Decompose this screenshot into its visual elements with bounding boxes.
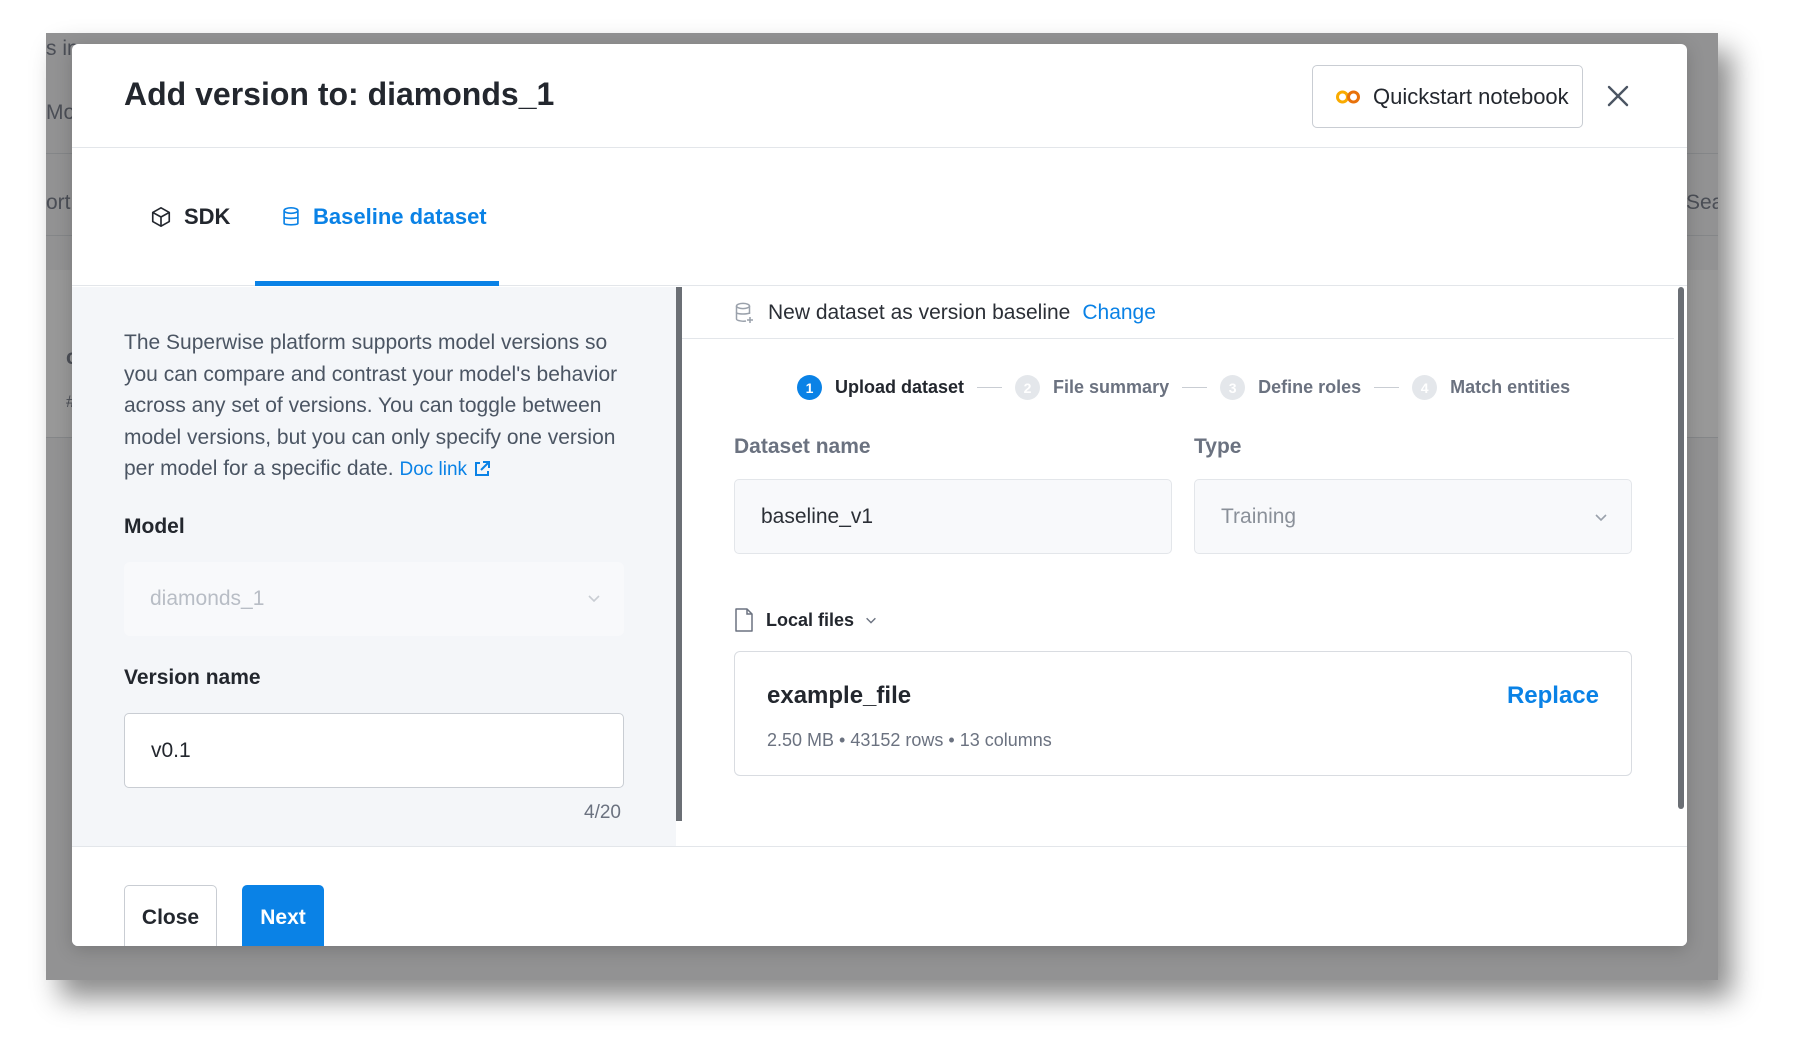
type-select-value: Training <box>1221 504 1297 528</box>
quickstart-notebook-button[interactable]: Quickstart notebook <box>1312 65 1583 128</box>
dataset-source-text: New dataset as version baseline <box>768 300 1071 324</box>
file-source-dropdown[interactable]: Local files <box>734 607 878 633</box>
step-number: 3 <box>1220 375 1246 400</box>
modal-footer: Close Next <box>72 846 1687 946</box>
doc-link-label: Doc link <box>399 459 468 480</box>
database-icon <box>283 207 299 226</box>
next-button[interactable]: Next <box>242 885 324 946</box>
version-name-counter: 4/20 <box>584 802 621 823</box>
dataset-name-value: baseline_v1 <box>761 504 874 528</box>
step-label: Upload dataset <box>835 377 965 397</box>
version-description-text: The Superwise platform supports model ve… <box>124 331 618 480</box>
type-label: Type <box>1194 435 1242 458</box>
chevron-down-icon <box>1595 514 1607 522</box>
scrollbar[interactable] <box>1678 287 1684 809</box>
modal-tabs: SDK Baseline dataset <box>72 148 1687 286</box>
step-label: File summary <box>1053 377 1170 397</box>
add-version-modal: Add version to: diamonds_1 Quickstart no… <box>72 44 1687 946</box>
colab-icon <box>1336 90 1360 103</box>
step-upload-dataset: 1 Upload dataset <box>797 375 964 400</box>
step-label: Define roles <box>1258 377 1362 397</box>
doc-link[interactable]: Doc link <box>399 459 491 480</box>
uploaded-file-card: example_file 2.50 MB • 43152 rows • 13 c… <box>734 651 1632 776</box>
step-number: 2 <box>1015 375 1041 400</box>
modal-title: Add version to: diamonds_1 <box>124 76 555 112</box>
dataset-panel: New dataset as version baseline Change 1… <box>682 287 1687 846</box>
change-link[interactable]: Change <box>1082 301 1156 325</box>
model-label: Model <box>124 515 185 538</box>
step-number: 4 <box>1412 375 1438 400</box>
step-connector <box>977 387 1003 388</box>
version-name-value: v0.1 <box>151 738 191 762</box>
type-select[interactable]: Training <box>1194 479 1632 554</box>
step-file-summary: 2 File summary <box>1015 375 1169 400</box>
model-select-value: diamonds_1 <box>150 587 265 610</box>
replace-file-link[interactable]: Replace <box>1507 682 1599 710</box>
file-source-label: Local files <box>766 609 855 630</box>
tab-baseline-dataset-label: Baseline dataset <box>313 204 487 229</box>
cube-icon <box>151 207 171 227</box>
database-add-icon <box>735 302 753 323</box>
version-description: The Superwise platform supports model ve… <box>124 327 634 486</box>
dataset-source-header: New dataset as version baseline Change <box>682 287 1674 339</box>
step-number: 1 <box>797 375 822 400</box>
file-meta: 2.50 MB • 43152 rows • 13 columns <box>767 730 1052 750</box>
version-details-panel: The Superwise platform supports model ve… <box>72 287 676 846</box>
close-icon[interactable] <box>1600 78 1636 114</box>
close-button[interactable]: Close <box>124 885 217 946</box>
step-define-roles: 3 Define roles <box>1220 375 1361 400</box>
step-connector <box>1182 387 1208 388</box>
step-connector <box>1374 387 1400 388</box>
dataset-name-label: Dataset name <box>734 435 871 458</box>
version-name-label: Version name <box>124 666 261 689</box>
upload-stepper: 1 Upload dataset 2 File summary 3 Define… <box>797 375 1570 400</box>
version-name-input[interactable]: v0.1 <box>124 713 624 788</box>
chevron-down-icon <box>866 617 876 624</box>
external-link-icon <box>475 461 491 476</box>
file-icon <box>735 608 753 632</box>
tab-sdk[interactable]: SDK <box>150 148 230 286</box>
modal-header: Add version to: diamonds_1 Quickstart no… <box>72 44 1687 148</box>
step-match-entities: 4 Match entities <box>1412 375 1570 400</box>
file-name: example_file <box>767 682 912 709</box>
model-select: diamonds_1 <box>124 562 624 636</box>
chevron-down-icon <box>588 595 600 603</box>
tab-baseline-dataset[interactable]: Baseline dataset <box>281 148 487 286</box>
dataset-name-input[interactable]: baseline_v1 <box>734 479 1172 554</box>
tab-sdk-label: SDK <box>184 204 231 229</box>
quickstart-notebook-label: Quickstart notebook <box>1373 83 1569 109</box>
active-tab-indicator <box>255 281 499 286</box>
step-label: Match entities <box>1450 377 1571 397</box>
